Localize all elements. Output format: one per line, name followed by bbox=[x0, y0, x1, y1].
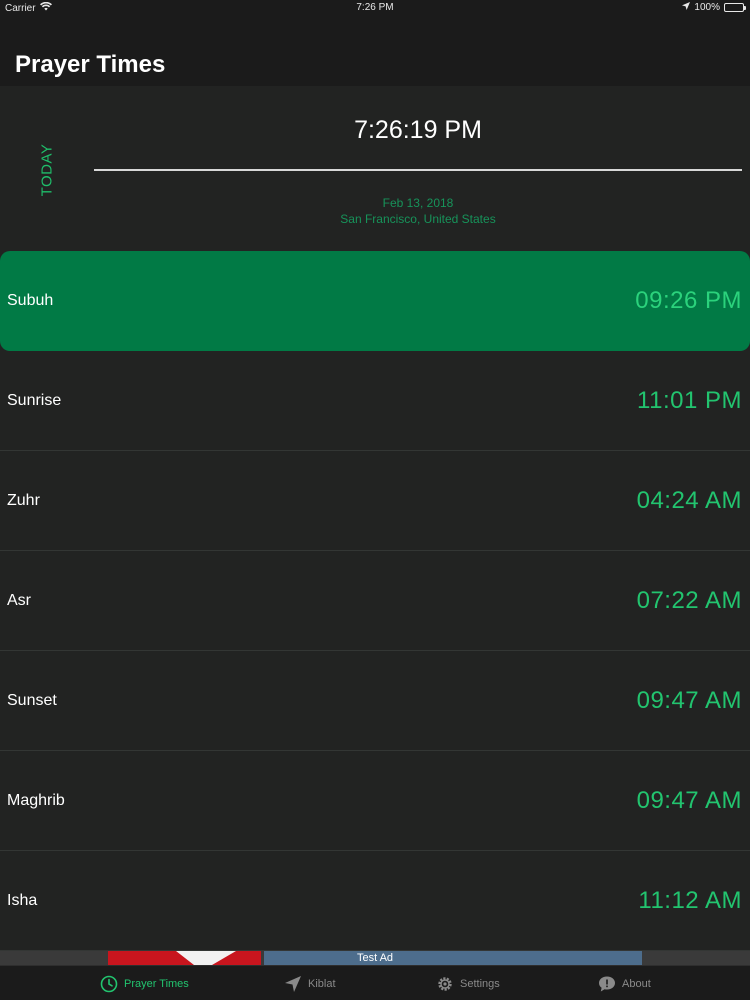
tab-bar: Prayer Times Kiblat Settings About bbox=[0, 965, 750, 1000]
tab-settings[interactable]: Settings bbox=[436, 966, 500, 1000]
prayer-row-sunset[interactable]: Sunset 09:47 AM bbox=[0, 651, 750, 751]
prayer-row-asr[interactable]: Asr 07:22 AM bbox=[0, 551, 750, 651]
location-label: San Francisco, United States bbox=[340, 212, 496, 226]
prayer-times-screen: Carrier 7:26 PM 100% Prayer Times TODAY … bbox=[0, 0, 750, 1000]
prayer-time: 07:22 AM bbox=[636, 586, 742, 614]
prayer-name: Sunset bbox=[7, 691, 57, 709]
prayer-name: Isha bbox=[7, 891, 38, 909]
location-services-icon bbox=[682, 2, 691, 13]
status-time: 7:26 PM bbox=[356, 2, 394, 13]
prayer-time: 11:12 AM bbox=[638, 886, 742, 914]
status-right: 100% bbox=[682, 2, 746, 13]
prayer-row-subuh[interactable]: Subuh 09:26 PM bbox=[0, 251, 750, 351]
ad-label: Test Ad bbox=[356, 952, 394, 964]
prayer-row-zuhr[interactable]: Zuhr 04:24 AM bbox=[0, 451, 750, 551]
prayer-time: 04:24 AM bbox=[636, 486, 742, 514]
prayer-name: Zuhr bbox=[7, 491, 40, 509]
prayer-time: 11:01 PM bbox=[637, 386, 742, 414]
tab-label: About bbox=[622, 977, 651, 990]
tab-prayer-times[interactable]: Prayer Times bbox=[100, 966, 189, 1000]
prayer-name: Maghrib bbox=[7, 791, 65, 809]
tab-about[interactable]: About bbox=[598, 966, 651, 1000]
battery-icon bbox=[724, 3, 746, 12]
tab-label: Settings bbox=[460, 977, 500, 990]
page-title: Prayer Times bbox=[15, 51, 166, 78]
navigation-bar: Prayer Times bbox=[0, 16, 750, 86]
tab-label: Prayer Times bbox=[124, 977, 189, 990]
prayer-name: Asr bbox=[7, 591, 31, 609]
prayer-time: 09:26 PM bbox=[635, 287, 742, 314]
current-time-clock: 7:26:19 PM bbox=[354, 116, 482, 144]
prayer-row-maghrib[interactable]: Maghrib 09:47 AM bbox=[0, 751, 750, 851]
status-bar: Carrier 7:26 PM 100% bbox=[0, 0, 750, 16]
location-arrow-icon bbox=[284, 975, 302, 993]
prayer-time: 09:47 AM bbox=[636, 686, 742, 714]
prayer-time: 09:47 AM bbox=[636, 786, 742, 814]
prayer-row-sunrise[interactable]: Sunrise 11:01 PM bbox=[0, 351, 750, 451]
prayer-list: Subuh 09:26 PM Sunrise 11:01 PM Zuhr 04:… bbox=[0, 251, 750, 951]
gear-icon bbox=[436, 975, 454, 993]
prayer-name: Sunrise bbox=[7, 391, 62, 409]
ad-banner[interactable]: Test Ad bbox=[0, 951, 750, 965]
prayer-row-isha[interactable]: Isha 11:12 AM bbox=[0, 851, 750, 951]
date-label: Feb 13, 2018 bbox=[382, 196, 454, 210]
clock-divider bbox=[94, 169, 742, 171]
battery-percent: 100% bbox=[694, 2, 720, 13]
tab-kiblat[interactable]: Kiblat bbox=[284, 966, 336, 1000]
clock-icon bbox=[100, 975, 118, 993]
prayer-name: Subuh bbox=[7, 292, 54, 309]
speech-bubble-icon bbox=[598, 975, 616, 993]
tab-label: Kiblat bbox=[308, 977, 336, 990]
today-label: TODAY bbox=[38, 143, 56, 197]
